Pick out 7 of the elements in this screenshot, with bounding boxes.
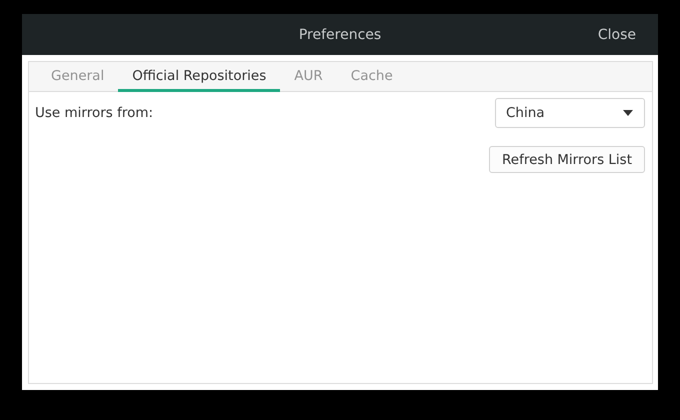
- mirrors-label: Use mirrors from:: [35, 105, 154, 121]
- caret-icon: [623, 110, 633, 116]
- country-dropdown[interactable]: China: [495, 98, 645, 128]
- refresh-mirrors-button[interactable]: Refresh Mirrors List: [489, 146, 645, 173]
- close-button[interactable]: Close: [588, 26, 646, 42]
- window-title: Preferences: [298, 26, 382, 42]
- tab[interactable]: Official Repositories: [118, 62, 280, 92]
